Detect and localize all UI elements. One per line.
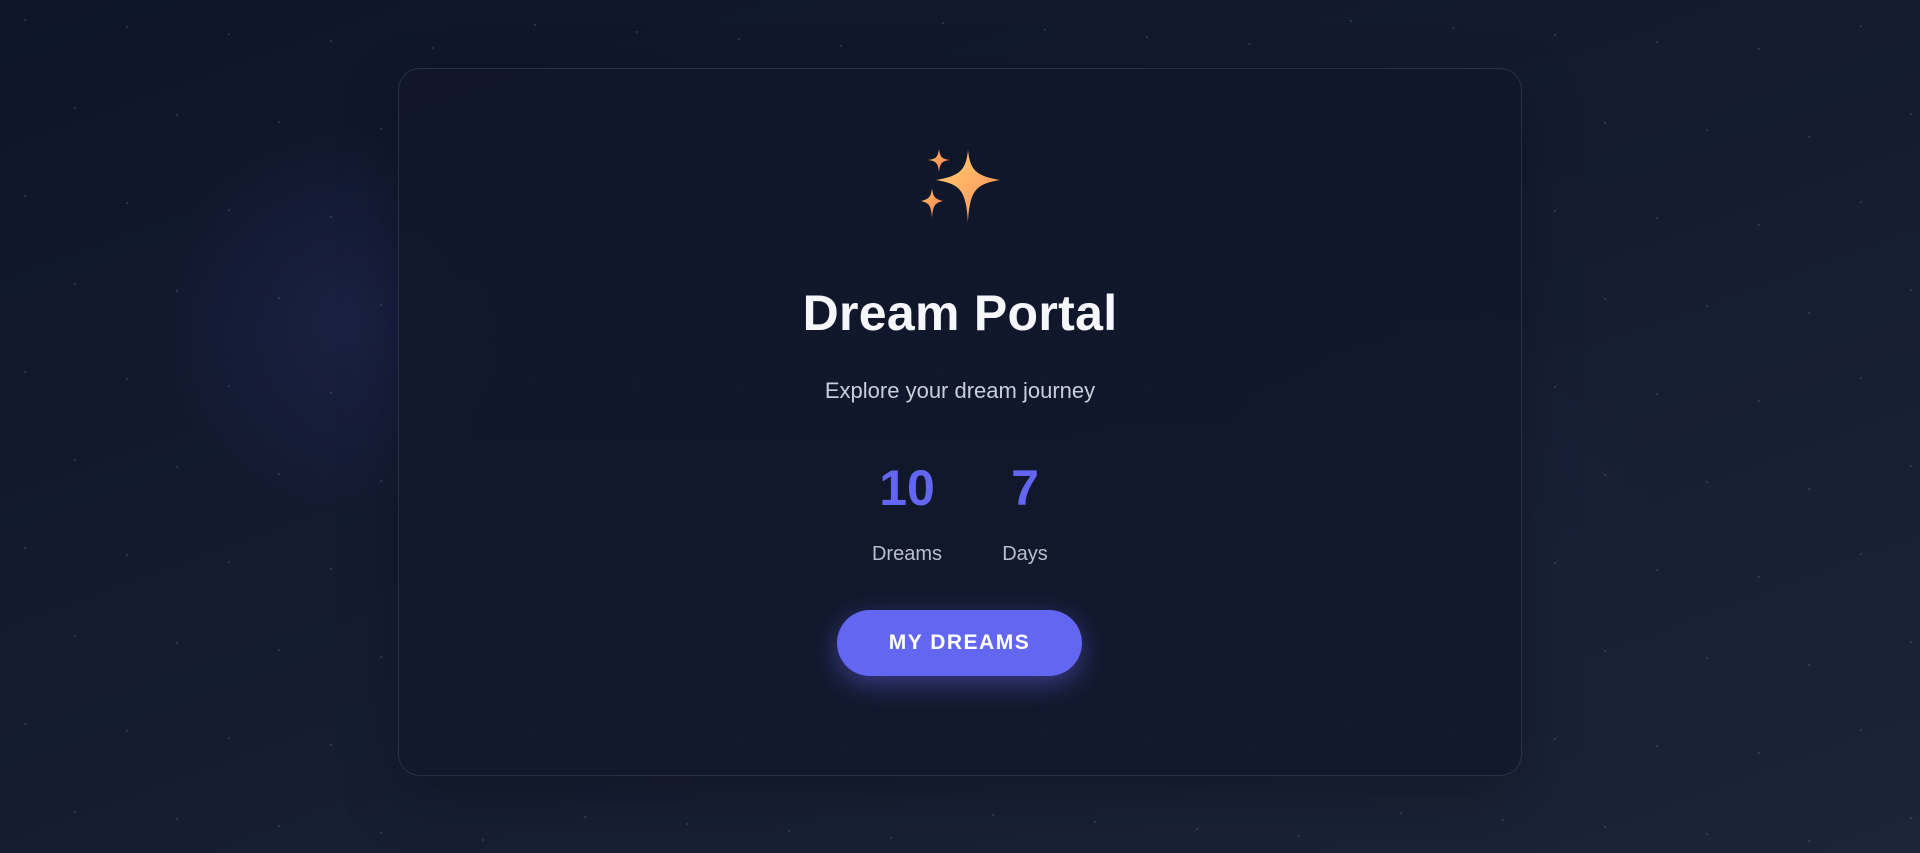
star-dot	[380, 832, 382, 834]
star-dot	[176, 642, 178, 644]
star-dot	[1758, 752, 1760, 754]
star-dot	[1604, 650, 1606, 652]
star-dot	[278, 649, 280, 651]
star-dot	[380, 656, 382, 658]
star-dot	[228, 33, 230, 35]
star-dot	[1554, 562, 1556, 564]
star-dot	[1706, 129, 1708, 131]
star-dot	[380, 128, 382, 130]
star-dot	[1656, 41, 1658, 43]
star-dot	[1452, 27, 1454, 29]
sparkles-icon	[921, 149, 1000, 222]
star-dot	[24, 195, 26, 197]
star-dot	[176, 818, 178, 820]
star-dot	[686, 823, 688, 825]
star-dot	[126, 26, 128, 28]
star-dot	[1860, 729, 1862, 731]
star-dot	[1910, 641, 1912, 643]
star-dot	[1808, 840, 1810, 842]
star-dot	[1808, 488, 1810, 490]
my-dreams-button[interactable]: MY DREAMS	[837, 610, 1082, 676]
star-dot	[1350, 20, 1352, 22]
star-dot	[1094, 821, 1096, 823]
star-dot	[1196, 828, 1198, 830]
star-dot	[74, 107, 76, 109]
star-dot	[1554, 210, 1556, 212]
star-dot	[1758, 48, 1760, 50]
star-dot	[1656, 217, 1658, 219]
star-dot	[1808, 136, 1810, 138]
star-dot	[1554, 738, 1556, 740]
star-dot	[126, 554, 128, 556]
page-subtitle: Explore your dream journey	[824, 378, 1096, 403]
star-dot	[24, 547, 26, 549]
star-dot	[1554, 34, 1556, 36]
star-dot	[840, 45, 842, 47]
star-dot	[1910, 465, 1912, 467]
star-dot	[1860, 25, 1862, 27]
star-dot	[890, 837, 892, 839]
star-dot	[24, 371, 26, 373]
star-dot	[1910, 113, 1912, 115]
star-dot	[74, 811, 76, 813]
star-dot	[228, 561, 230, 563]
dreams-label: Dreams	[871, 543, 942, 565]
star-dot	[1706, 833, 1708, 835]
star-dot	[330, 40, 332, 42]
star-dot	[176, 114, 178, 116]
star-dot	[788, 830, 790, 832]
star-dot	[1758, 224, 1760, 226]
star-dot	[74, 635, 76, 637]
star-dot	[1706, 481, 1708, 483]
star-dot	[432, 47, 434, 49]
star-dot	[942, 22, 944, 24]
dreams-count: 10	[879, 460, 935, 516]
star-dot	[1656, 569, 1658, 571]
star-dot	[482, 839, 484, 841]
star-dot	[1604, 474, 1606, 476]
star-dot	[636, 31, 638, 33]
star-dot	[1758, 576, 1760, 578]
star-dot	[1146, 36, 1148, 38]
star-dot	[228, 209, 230, 211]
star-dot	[380, 480, 382, 482]
star-dot	[992, 814, 994, 816]
star-dot	[24, 723, 26, 725]
star-dot	[1860, 553, 1862, 555]
star-dot	[1502, 819, 1504, 821]
star-dot	[176, 466, 178, 468]
star-dot	[126, 730, 128, 732]
star-dot	[1656, 745, 1658, 747]
star-dot	[1808, 664, 1810, 666]
star-dot	[330, 216, 332, 218]
star-dot	[74, 459, 76, 461]
star-dot	[278, 473, 280, 475]
star-dot	[330, 568, 332, 570]
star-dot	[24, 19, 26, 21]
star-dot	[584, 816, 586, 818]
star-dot	[534, 24, 536, 26]
star-dot	[1604, 122, 1606, 124]
star-dot	[278, 121, 280, 123]
star-dot	[126, 202, 128, 204]
star-dot	[1706, 657, 1708, 659]
star-dot	[1248, 43, 1250, 45]
star-dot	[738, 38, 740, 40]
star-dot	[278, 825, 280, 827]
days-label: Days	[1002, 543, 1048, 565]
star-dot	[1044, 29, 1046, 31]
star-dot	[1910, 817, 1912, 819]
star-dot	[330, 744, 332, 746]
star-dot	[1604, 826, 1606, 828]
star-dot	[1400, 812, 1402, 814]
star-dot	[228, 737, 230, 739]
star-dot	[1298, 835, 1300, 837]
page-title: Dream Portal	[802, 285, 1118, 341]
days-count: 7	[1011, 460, 1039, 516]
star-dot	[1860, 201, 1862, 203]
